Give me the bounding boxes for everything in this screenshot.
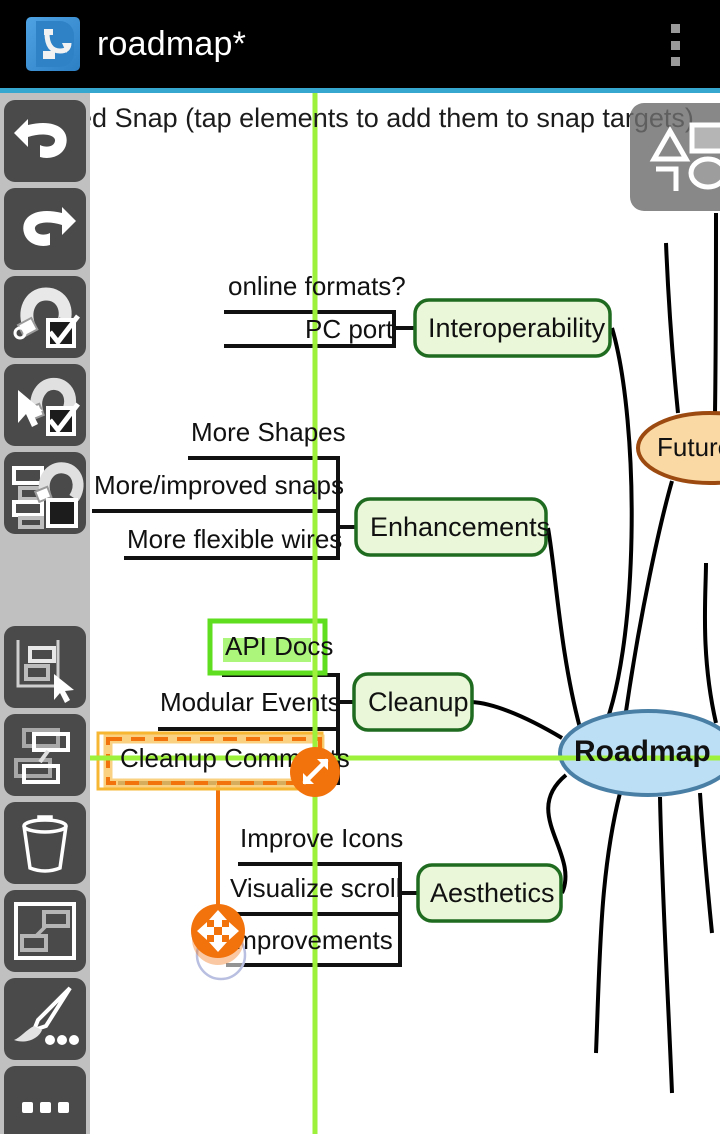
targeted-snap-toggle[interactable]: [4, 452, 86, 534]
shapes-triangle-rect-ellipse-icon: [649, 122, 720, 191]
undo-icon: [14, 119, 67, 158]
more-options-button[interactable]: [4, 1066, 86, 1134]
app-logo-icon: [26, 17, 80, 71]
snap-to-objects-toggle[interactable]: [4, 364, 86, 446]
connect-elements-tool[interactable]: [4, 714, 86, 796]
shapes-palette-button[interactable]: [630, 103, 720, 211]
node-label-enhancements: Enhancements: [370, 512, 551, 542]
undo-button[interactable]: [4, 100, 86, 182]
node-label-cleanup: Cleanup: [368, 687, 469, 717]
select-area-tool[interactable]: [4, 626, 86, 708]
delete-button[interactable]: [4, 802, 86, 884]
leaf-more-flexible-wires[interactable]: More flexible wires: [127, 524, 342, 555]
leaf-pc-port[interactable]: PC port: [305, 314, 393, 345]
title-bar: roadmap*: [0, 0, 720, 88]
left-toolbar: [0, 93, 90, 1134]
leaf-improvements[interactable]: Improvements: [228, 925, 393, 956]
magnet-grid-checkbox-icon: [13, 287, 80, 348]
node-label-roadmap: Roadmap: [574, 735, 711, 768]
node-label-aesthetics: Aesthetics: [430, 878, 555, 908]
diagram-canvas[interactable]: Interoperability Enhancements Cleanup Ae…: [0, 93, 720, 1134]
redo-button[interactable]: [4, 188, 86, 270]
overflow-menu-icon[interactable]: [664, 24, 686, 66]
leaf-modular-events[interactable]: Modular Events: [160, 687, 341, 718]
leaf-improve-icons[interactable]: Improve Icons: [240, 823, 403, 854]
leaf-more-shapes[interactable]: More Shapes: [191, 417, 346, 448]
leaf-visualize-scroll[interactable]: Visualize scroll: [230, 873, 401, 904]
snap-hint-text: Targeted Snap (tap elements to add them …: [2, 103, 694, 133]
select-area-cursor-icon: [16, 640, 74, 703]
node-label-interoperability: Interoperability: [428, 313, 606, 343]
leaf-online-formats[interactable]: online formats?: [228, 271, 406, 302]
magnet-elements-icon: [12, 462, 84, 529]
document-title: roadmap*: [97, 24, 247, 63]
magnet-pointer-checkbox-icon: [18, 377, 80, 436]
snap-guides: [0, 93, 720, 1134]
style-brush-button[interactable]: [4, 978, 86, 1060]
connect-nodes-icon: [14, 728, 70, 784]
paintbrush-dots-icon: [14, 986, 79, 1045]
snap-to-grid-toggle[interactable]: [4, 276, 86, 358]
node-label-future: Future: [657, 432, 720, 462]
mindmap-editor-app: roadmap* Interoperability Enhancements C…: [0, 0, 720, 1134]
leaf-api-docs[interactable]: API Docs: [225, 631, 333, 662]
redo-icon: [23, 207, 76, 246]
trash-can-icon: [22, 815, 68, 873]
leaf-cleanup-comments[interactable]: Cleanup Comments: [120, 743, 350, 774]
group-frame-icon: [14, 902, 76, 960]
more-squares-icon: [22, 1102, 69, 1113]
group-button[interactable]: [4, 890, 86, 972]
leaf-more-improved-snaps[interactable]: More/improved snaps: [94, 470, 344, 501]
